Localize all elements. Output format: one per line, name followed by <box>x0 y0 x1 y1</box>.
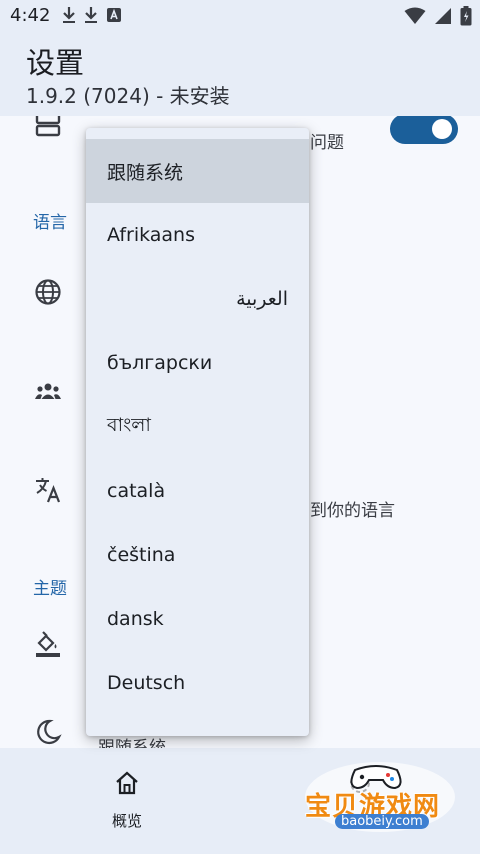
download-icon <box>63 7 75 23</box>
language-option[interactable]: dansk <box>86 587 309 651</box>
status-notification-icons <box>62 6 122 24</box>
language-option[interactable]: Deutsch <box>86 651 309 715</box>
language-option[interactable]: বাংলা <box>86 395 309 459</box>
watermark-url: baobeiy.com <box>335 814 429 829</box>
page-subtitle: 1.9.2 (7024) - 未安装 <box>26 84 230 108</box>
language-dropdown-menu[interactable]: 跟随系统 Afrikaans العربية български বাংলা c… <box>86 128 309 736</box>
home-icon <box>116 771 138 795</box>
language-option[interactable]: العربية <box>86 267 309 331</box>
watermark-logo: 宝贝游戏网 baobeiy.com <box>305 762 455 836</box>
nav-label-overview: 概览 <box>111 812 142 830</box>
dark-mode-icon[interactable] <box>34 718 62 746</box>
section-header-theme: 主题 <box>33 579 67 599</box>
translate-icon[interactable] <box>34 476 62 504</box>
battery-icon <box>460 6 472 26</box>
row-description-partial: 到你的语言 <box>310 501 395 521</box>
signal-icon <box>435 8 451 24</box>
download-icon <box>85 7 97 23</box>
language-option[interactable]: български <box>86 331 309 395</box>
language-option[interactable]: català <box>86 459 309 523</box>
nav-item-overview[interactable]: 概览 <box>67 770 187 831</box>
status-time: 4:42 <box>10 5 51 26</box>
wifi-icon <box>404 7 426 24</box>
status-bar: 4:42 <box>0 0 480 32</box>
toggle-switch[interactable] <box>390 116 458 144</box>
row-description-partial: 问题 <box>310 133 344 153</box>
language-option[interactable]: čeština <box>86 523 309 587</box>
language-option-system[interactable]: 跟随系统 <box>86 139 309 203</box>
app-bar: 设置 1.9.2 (7024) - 未安装 <box>0 32 480 116</box>
status-system-icons <box>404 6 472 26</box>
page-title: 设置 <box>26 46 85 80</box>
format-color-fill-icon[interactable] <box>34 630 62 658</box>
people-icon[interactable] <box>34 378 62 406</box>
section-header-language: 语言 <box>33 213 67 233</box>
globe-icon[interactable] <box>34 278 62 306</box>
a-badge-icon <box>107 8 121 22</box>
toggle-knob <box>432 119 452 139</box>
dns-icon[interactable] <box>34 116 62 140</box>
language-option[interactable]: Afrikaans <box>86 203 309 267</box>
